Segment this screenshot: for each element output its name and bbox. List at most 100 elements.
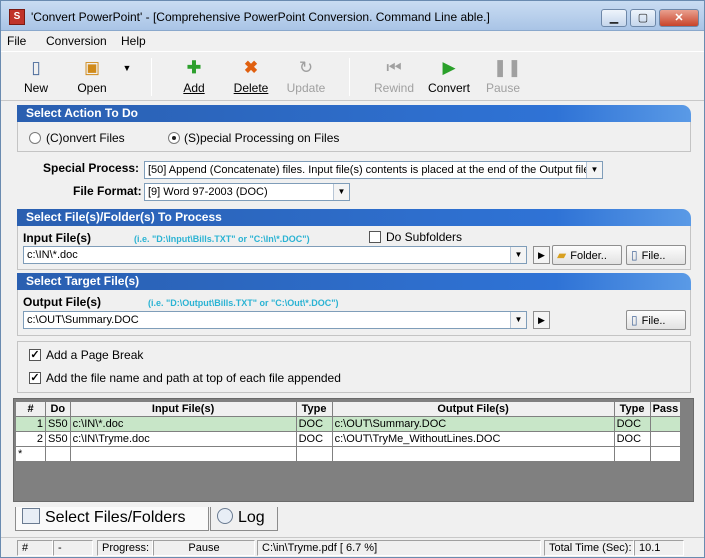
folder-button[interactable]: ▰ Folder.. bbox=[552, 245, 622, 265]
row-do[interactable]: S50 bbox=[45, 416, 71, 432]
row-do[interactable] bbox=[45, 446, 71, 462]
add-filename-checkbox[interactable]: ✓ bbox=[29, 372, 41, 384]
input-run-arrow-button[interactable]: ▶ bbox=[533, 246, 550, 264]
file-format-label: File Format: bbox=[73, 184, 142, 198]
page-break-checkbox[interactable]: ✓ bbox=[29, 349, 41, 361]
chevron-down-icon: ▼ bbox=[586, 162, 602, 178]
status-total-time-value: 10.1 bbox=[634, 540, 684, 556]
output-run-arrow-button[interactable]: ▶ bbox=[533, 311, 550, 329]
row-pass[interactable] bbox=[649, 416, 682, 432]
app-icon: S bbox=[9, 9, 25, 25]
dropdown-arrow-icon: ▼ bbox=[122, 63, 132, 73]
options-panel: ✓ Add a Page Break ✓ Add the file name a… bbox=[17, 341, 691, 393]
row-number: 2 bbox=[15, 431, 46, 447]
row-do[interactable]: S50 bbox=[45, 431, 71, 447]
column-header-num[interactable]: # bbox=[15, 401, 46, 417]
action-panel: (C)onvert Files (S)pecial Processing on … bbox=[17, 122, 691, 152]
main-window: S 'Convert PowerPoint' - [Comprehensive … bbox=[0, 0, 705, 558]
row-output[interactable] bbox=[331, 446, 615, 462]
row-pass[interactable] bbox=[649, 431, 682, 447]
menu-file[interactable]: File bbox=[7, 34, 26, 48]
file-icon: ▯ bbox=[631, 248, 638, 262]
rewind-button[interactable]: ⏮ Rewind bbox=[369, 56, 419, 98]
resize-grip-icon[interactable] bbox=[685, 540, 703, 556]
floppy-disk-icon: ▣ bbox=[83, 58, 101, 77]
input-file-button[interactable]: ▯ File.. bbox=[626, 245, 686, 265]
refresh-icon: ↻ bbox=[298, 58, 314, 77]
new-document-icon: ▯ bbox=[31, 58, 41, 77]
row-output[interactable]: c:\OUT\Summary.DOC bbox=[331, 416, 615, 432]
output-files-field[interactable]: c:\OUT\Summary.DOC ▼ bbox=[23, 311, 527, 329]
output-panel: Output File(s) (i.e. "D:\Output\Bills.TX… bbox=[17, 290, 691, 336]
column-header-input[interactable]: Input File(s) bbox=[69, 401, 297, 417]
row-type-out[interactable]: DOC bbox=[613, 431, 651, 447]
row-type-out[interactable] bbox=[613, 446, 651, 462]
special-processing-label: (S)pecial Processing on Files bbox=[184, 131, 340, 145]
maximize-button[interactable]: ▢ bbox=[630, 9, 656, 27]
status-bar: # - Progress: Pause C:\in\Tryme.pdf [ 6.… bbox=[1, 537, 704, 557]
row-input[interactable]: c:\IN\*.doc bbox=[69, 416, 297, 432]
file-format-select[interactable]: [9] Word 97-2003 (DOC) ▼ bbox=[144, 183, 350, 201]
row-output[interactable]: c:\OUT\TryMe_WithoutLines.DOC bbox=[331, 431, 615, 447]
input-panel: Input File(s) (i.e. "D:\Input\Bills.TXT"… bbox=[17, 226, 691, 270]
convert-files-radio[interactable] bbox=[29, 132, 41, 144]
toolbar-separator bbox=[151, 58, 152, 96]
do-subfolders-checkbox[interactable] bbox=[369, 231, 381, 243]
minimize-button[interactable]: ▁ bbox=[601, 9, 627, 27]
open-button[interactable]: ▣ Open bbox=[67, 56, 117, 98]
files-grid: # Do Input File(s) Type Output File(s) T… bbox=[13, 398, 694, 502]
table-row[interactable]: 1 S50 c:\IN\*.doc DOC c:\OUT\Summary.DOC… bbox=[15, 416, 682, 432]
output-file-button[interactable]: ▯ File.. bbox=[626, 310, 686, 330]
output-hint: (i.e. "D:\Output\Bills.TXT" or "C:\Out\*… bbox=[148, 298, 339, 308]
row-type-out[interactable]: DOC bbox=[613, 416, 651, 432]
row-pass[interactable] bbox=[649, 446, 682, 462]
status-current-file: C:\in\Tryme.pdf [ 6.7 %] bbox=[257, 540, 541, 556]
column-header-type-out[interactable]: Type bbox=[613, 401, 651, 417]
pause-button[interactable]: ❚❚ Pause bbox=[481, 56, 525, 98]
input-files-label: Input File(s) bbox=[23, 231, 91, 245]
add-button[interactable]: ✚ Add bbox=[171, 56, 217, 98]
do-subfolders-label: Do Subfolders bbox=[386, 230, 463, 244]
input-files-field[interactable]: c:\IN\*.doc ▼ bbox=[23, 246, 527, 264]
title-bar: S 'Convert PowerPoint' - [Comprehensive … bbox=[1, 1, 704, 31]
new-button[interactable]: ▯ New bbox=[13, 56, 59, 98]
folder-icon: ▰ bbox=[557, 248, 567, 262]
page-break-label: Add a Page Break bbox=[46, 348, 144, 362]
special-process-select[interactable]: [50] Append (Concatenate) files. Input f… bbox=[144, 161, 603, 179]
bottom-tabs: Select Files/Folders Log bbox=[13, 506, 694, 532]
special-processing-radio[interactable] bbox=[168, 132, 180, 144]
files-tab-icon bbox=[22, 508, 40, 524]
status-num-value: - bbox=[53, 540, 93, 556]
tab-select-files[interactable]: Select Files/Folders bbox=[15, 507, 209, 531]
open-dropdown-button[interactable]: ▼ bbox=[117, 56, 135, 98]
table-row[interactable]: 2 S50 c:\IN\Tryme.doc DOC c:\OUT\TryMe_W… bbox=[15, 431, 682, 447]
close-button[interactable]: ✕ bbox=[659, 9, 699, 27]
status-num-label: # bbox=[17, 540, 53, 556]
toolbar-separator bbox=[349, 58, 350, 96]
section-header-input: Select File(s)/Folder(s) To Process bbox=[17, 209, 691, 226]
column-header-type-in[interactable]: Type bbox=[295, 401, 333, 417]
row-input[interactable]: c:\IN\Tryme.doc bbox=[69, 431, 297, 447]
menu-conversion[interactable]: Conversion bbox=[46, 34, 107, 48]
files-table: # Do Input File(s) Type Output File(s) T… bbox=[15, 401, 682, 462]
table-row-new[interactable]: * bbox=[15, 446, 682, 462]
menu-help[interactable]: Help bbox=[121, 34, 146, 48]
column-header-output[interactable]: Output File(s) bbox=[331, 401, 615, 417]
row-type-in[interactable]: DOC bbox=[295, 431, 333, 447]
tab-log[interactable]: Log bbox=[210, 507, 278, 531]
column-header-pass[interactable]: Pass bbox=[649, 401, 682, 417]
chevron-down-icon: ▼ bbox=[510, 312, 526, 328]
update-button[interactable]: ↻ Update bbox=[281, 56, 331, 98]
special-process-label: Special Process: bbox=[43, 161, 140, 175]
status-progress-value: Pause bbox=[153, 540, 255, 556]
delete-button[interactable]: ✖ Delete bbox=[227, 56, 275, 98]
column-header-do[interactable]: Do bbox=[45, 401, 71, 417]
rewind-icon: ⏮ bbox=[386, 58, 402, 77]
row-type-in[interactable]: DOC bbox=[295, 416, 333, 432]
convert-button[interactable]: ▶ Convert bbox=[424, 56, 474, 98]
plus-icon: ✚ bbox=[186, 58, 202, 77]
row-input[interactable] bbox=[69, 446, 297, 462]
row-type-in[interactable] bbox=[295, 446, 333, 462]
pause-icon: ❚❚ bbox=[493, 58, 522, 77]
toolbar: ▯ New ▣ Open ▼ ✚ Add ✖ Delete ↻ Update ⏮… bbox=[1, 51, 704, 101]
